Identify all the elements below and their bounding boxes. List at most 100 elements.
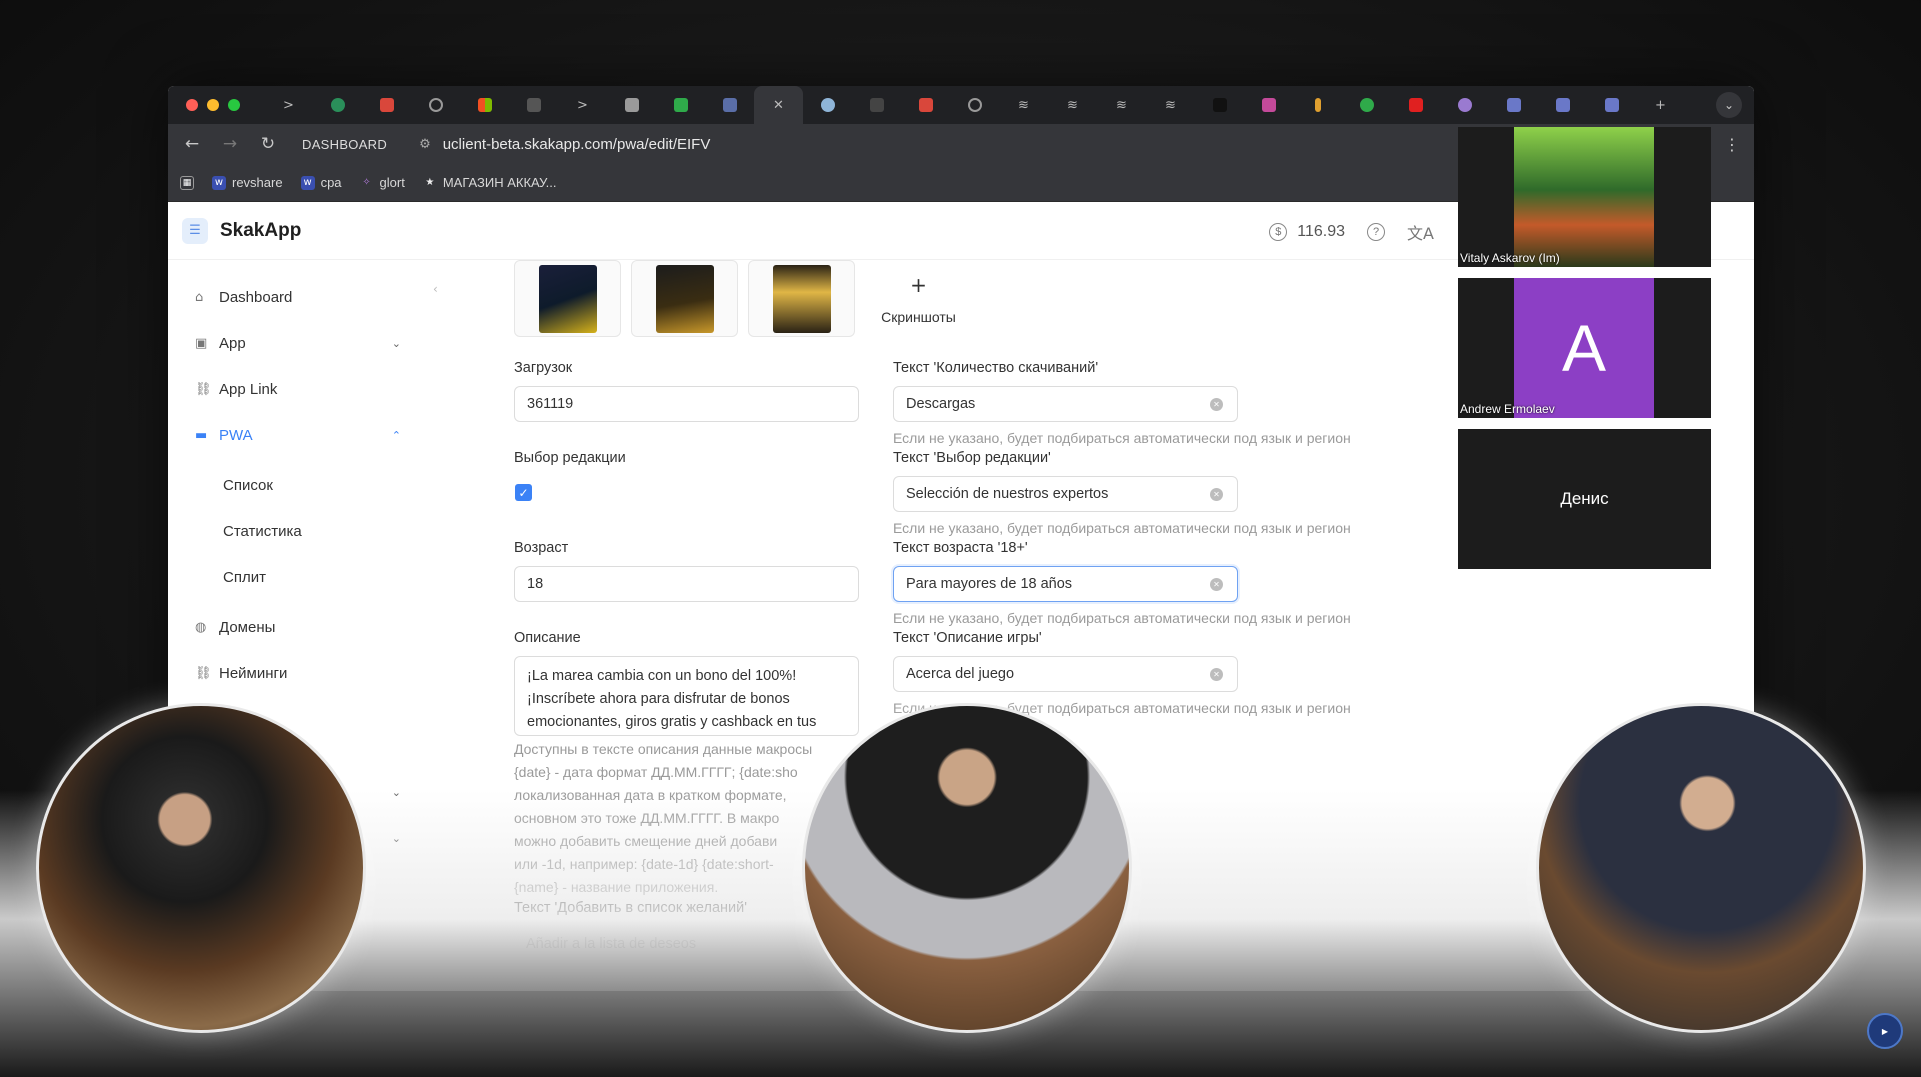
clear-icon[interactable]: ✕ — [1210, 398, 1223, 411]
editors-text-label: Текст 'Выбор редакции' — [893, 450, 1051, 466]
bookmark-glort[interactable]: ✧ glort — [360, 175, 405, 190]
app-name[interactable]: SkakApp — [220, 220, 301, 242]
tab-favicon-icon[interactable] — [1293, 86, 1342, 124]
close-window-button[interactable] — [186, 99, 198, 111]
tab-favicon-icon[interactable] — [1587, 86, 1636, 124]
tab-grid-icon[interactable] — [460, 86, 509, 124]
tab-gmail-icon[interactable] — [362, 86, 411, 124]
sidebar-item-app[interactable]: ▣ App ⌄ — [168, 320, 433, 366]
dashboard-bookmark-label[interactable]: DASHBOARD — [302, 137, 387, 152]
tab-favicon-icon[interactable] — [656, 86, 705, 124]
apps-grid-icon[interactable]: ▦ — [180, 175, 194, 190]
age-input[interactable]: 18 — [514, 566, 859, 602]
tab-favicon-icon[interactable] — [1195, 86, 1244, 124]
sidebar-subitem-list[interactable]: Список — [168, 462, 433, 508]
editors-text-input[interactable]: Selección de nuestros expertos ✕ — [893, 476, 1238, 512]
tab-youtube-icon[interactable] — [1391, 86, 1440, 124]
participant-tile[interactable]: A Andrew Ermolaev — [1458, 278, 1711, 418]
participant-tile[interactable]: Денис — [1458, 429, 1711, 569]
participant-avatar-image — [1514, 127, 1654, 267]
participant-name: Vitaly Askarov (Im) — [1460, 251, 1560, 265]
balance[interactable]: $ 116.93 — [1269, 223, 1345, 241]
tab-favicon-icon[interactable] — [1342, 86, 1391, 124]
description-line: ¡La marea cambia con un bono del 100%! — [527, 668, 797, 684]
chevron-down-icon: ⌄ — [391, 336, 401, 350]
sidebar-item-label: Домены — [219, 618, 276, 636]
sidebar-item-label: Нейминги — [219, 664, 288, 682]
sidebar-item-app-link[interactable]: ⛓ App Link — [168, 366, 433, 412]
reload-icon[interactable]: ↻ — [258, 134, 278, 154]
bookmark-revshare[interactable]: w revshare — [212, 175, 283, 190]
tab-favicon-icon[interactable] — [803, 86, 852, 124]
header-actions: $ 116.93 ? 文A — [1269, 220, 1434, 244]
sidebar-item-naming[interactable]: ⛓ Нейминги — [168, 650, 433, 696]
browser-menu-icon[interactable]: ⋮ — [1724, 135, 1740, 154]
tab-favicon-icon[interactable] — [509, 86, 558, 124]
tab-globe-icon[interactable] — [411, 86, 460, 124]
bookmark-label: glort — [379, 175, 405, 190]
back-icon[interactable]: ← — [182, 134, 202, 154]
auto-hint: Если не указано, будет подбираться автом… — [893, 430, 1351, 446]
tab-favicon-icon[interactable] — [1244, 86, 1293, 124]
new-tab-icon[interactable]: + — [1636, 86, 1685, 124]
url-field[interactable]: ⚙ uclient-beta.skakapp.com/pwa/edit/EIFV — [419, 136, 710, 153]
tab-favicon-icon[interactable] — [852, 86, 901, 124]
clear-icon[interactable]: ✕ — [1210, 578, 1223, 591]
tab-favicon-icon[interactable]: ≋ — [1048, 86, 1097, 124]
forward-icon[interactable]: → — [220, 134, 240, 154]
add-screenshot-label: Скриншоты — [881, 308, 956, 325]
minimize-window-button[interactable] — [207, 99, 219, 111]
sidebar-subitem-split[interactable]: Сплит — [168, 554, 433, 600]
logo-icon[interactable]: ☰ — [182, 217, 208, 244]
downloads-text-label: Текст 'Количество скачиваний' — [893, 360, 1099, 376]
tab-favicon-icon[interactable] — [1440, 86, 1489, 124]
downloads-text-input[interactable]: Descargas ✕ — [893, 386, 1238, 422]
screenshot-thumb[interactable] — [631, 260, 738, 337]
editors-choice-label: Выбор редакции — [514, 450, 626, 466]
tab-favicon-icon[interactable] — [1489, 86, 1538, 124]
sidebar-item-pwa[interactable]: ▬ PWA ⌃ — [168, 412, 433, 458]
downloads-input[interactable]: 361119 — [514, 386, 859, 422]
add-screenshot-button[interactable]: + Скриншоты — [865, 260, 972, 337]
age-text-input[interactable]: Para mayores de 18 años ✕ — [893, 566, 1238, 602]
tab-globe-icon[interactable] — [950, 86, 999, 124]
tab-favicon-icon[interactable]: ≋ — [1146, 86, 1195, 124]
sidebar-collapse-icon[interactable]: ‹ — [433, 282, 438, 296]
clear-icon[interactable]: ✕ — [1210, 668, 1223, 681]
url-text[interactable]: uclient-beta.skakapp.com/pwa/edit/EIFV — [443, 136, 711, 153]
wishlist-input[interactable]: Añadir a la lista de deseos — [514, 926, 859, 962]
maximize-window-button[interactable] — [228, 99, 240, 111]
screenshots-row: + Скриншоты — [514, 260, 972, 337]
screenshot-image — [538, 264, 597, 333]
clear-icon[interactable]: ✕ — [1210, 488, 1223, 501]
tab-favicon-icon[interactable]: ≋ — [999, 86, 1048, 124]
bookmark-cpa[interactable]: w cpa — [300, 175, 342, 190]
translate-icon[interactable]: 文A — [1407, 220, 1434, 244]
tab-search-chevron-icon[interactable]: ⌄ — [1716, 92, 1742, 118]
tab-close-icon[interactable]: ✕ — [754, 86, 803, 124]
participant-tile[interactable]: Vitaly Askarov (Im) — [1458, 127, 1711, 267]
screenshot-thumb[interactable] — [748, 260, 855, 337]
tab-favicon-icon[interactable] — [1538, 86, 1587, 124]
bookmark-revshare-icon: w — [212, 175, 226, 190]
downloads-text-value: Descargas — [906, 396, 976, 412]
sidebar-subitem-stats[interactable]: Статистика — [168, 508, 433, 554]
age-label: Возраст — [514, 540, 569, 556]
game-desc-input[interactable]: Acerca del juego ✕ — [893, 656, 1238, 692]
sidebar-item-domains[interactable]: ◍ Домены — [168, 604, 433, 650]
site-settings-icon[interactable]: ⚙ — [419, 137, 431, 152]
screenshot-image — [772, 264, 831, 333]
help-icon[interactable]: ? — [1367, 223, 1386, 241]
description-textarea[interactable]: ¡La marea cambia con un bono del 100%! ¡… — [514, 656, 859, 736]
tab-favicon-icon[interactable]: > — [558, 86, 607, 124]
screenshot-thumb[interactable] — [514, 260, 621, 337]
tab-favicon-icon[interactable] — [607, 86, 656, 124]
tab-gmail-icon[interactable] — [901, 86, 950, 124]
bookmark-shop[interactable]: ★ МАГАЗИН АККАУ... — [423, 175, 556, 190]
tab-favicon-icon[interactable]: > — [264, 86, 313, 124]
editors-choice-checkbox[interactable]: ✓ — [515, 484, 532, 501]
tab-favicon-icon[interactable] — [705, 86, 754, 124]
tab-favicon-icon[interactable] — [313, 86, 362, 124]
sidebar-item-dashboard[interactable]: ⌂ Dashboard — [168, 274, 433, 320]
tab-favicon-icon[interactable]: ≋ — [1097, 86, 1146, 124]
